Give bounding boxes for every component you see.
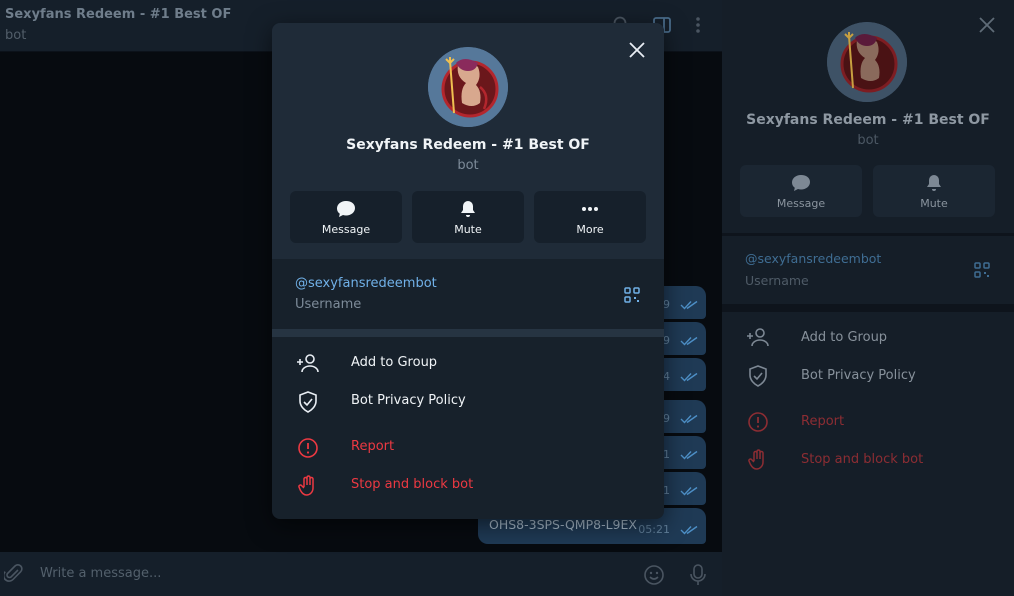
stop-block-item[interactable]: Stop and block bot bbox=[272, 466, 664, 504]
more-button-label: More bbox=[576, 223, 604, 236]
hand-stop-icon bbox=[748, 449, 764, 470]
shield-check-icon bbox=[749, 365, 767, 387]
shield-check-icon bbox=[299, 391, 317, 413]
double-check-icon bbox=[680, 372, 698, 382]
alert-circle-icon bbox=[748, 412, 768, 432]
message-button[interactable]: Message bbox=[290, 191, 402, 243]
message-button[interactable]: Message bbox=[740, 165, 862, 217]
privacy-policy-label: Bot Privacy Policy bbox=[801, 368, 916, 383]
username-section: @sexyfansredeembot Username bbox=[722, 236, 1014, 304]
section-divider bbox=[272, 329, 664, 337]
add-user-icon bbox=[297, 354, 319, 373]
emoji-icon[interactable] bbox=[643, 564, 665, 586]
alert-circle-icon bbox=[298, 438, 318, 458]
profile-subtitle: bot bbox=[857, 133, 879, 148]
chat-title: Sexyfans Redeem - #1 Best OF bbox=[5, 7, 232, 22]
double-check-icon bbox=[680, 336, 698, 346]
stop-block-label: Stop and block bot bbox=[801, 452, 924, 467]
username-label: Username bbox=[295, 297, 362, 312]
add-to-group-item[interactable]: Add to Group bbox=[722, 320, 1014, 356]
profile-name: Sexyfans Redeem - #1 Best OF bbox=[346, 137, 590, 153]
double-check-icon bbox=[680, 525, 698, 535]
modal-header: Sexyfans Redeem - #1 Best OF bot Message… bbox=[272, 23, 664, 259]
username-link[interactable]: @sexyfansredeembot bbox=[745, 251, 881, 266]
chat-subtitle: bot bbox=[5, 28, 27, 43]
composer: Write a message... bbox=[0, 552, 722, 596]
kebab-icon[interactable] bbox=[688, 15, 708, 35]
stop-block-item[interactable]: Stop and block bot bbox=[722, 442, 1014, 478]
actions-list: Add to Group Bot Privacy Policy Report S… bbox=[722, 312, 1014, 596]
privacy-policy-item[interactable]: Bot Privacy Policy bbox=[722, 358, 1014, 394]
hand-stop-icon bbox=[298, 475, 314, 496]
profile-sidebar: Sexyfans Redeem - #1 Best OF bot Message… bbox=[722, 0, 1014, 596]
message-icon bbox=[792, 175, 810, 191]
mute-button-label: Mute bbox=[454, 223, 482, 236]
profile-name: Sexyfans Redeem - #1 Best OF bbox=[746, 112, 990, 128]
add-to-group-label: Add to Group bbox=[351, 355, 438, 370]
add-user-icon bbox=[747, 328, 769, 347]
report-label: Report bbox=[801, 414, 845, 429]
qr-code-icon[interactable] bbox=[624, 287, 640, 303]
message-icon bbox=[337, 201, 355, 217]
add-to-group-item[interactable]: Add to Group bbox=[272, 344, 664, 382]
message-time: 05:21 bbox=[638, 523, 670, 536]
report-item[interactable]: Report bbox=[272, 428, 664, 466]
mute-button[interactable]: Mute bbox=[412, 191, 524, 243]
message-input[interactable]: Write a message... bbox=[40, 566, 161, 581]
report-label: Report bbox=[351, 439, 395, 454]
stop-block-label: Stop and block bot bbox=[351, 477, 474, 492]
message-button-label: Message bbox=[321, 223, 371, 236]
mic-icon[interactable] bbox=[688, 563, 708, 587]
bell-icon bbox=[927, 175, 941, 191]
report-item[interactable]: Report bbox=[722, 404, 1014, 440]
privacy-policy-label: Bot Privacy Policy bbox=[351, 393, 466, 408]
username-section: @sexyfansredeembot Username bbox=[272, 259, 664, 329]
privacy-policy-item[interactable]: Bot Privacy Policy bbox=[272, 382, 664, 420]
add-to-group-label: Add to Group bbox=[801, 330, 888, 345]
mute-button-label: Mute bbox=[920, 197, 948, 210]
close-icon[interactable] bbox=[976, 14, 998, 36]
profile-modal: Sexyfans Redeem - #1 Best OF bot Message… bbox=[272, 23, 664, 519]
avatar-image bbox=[428, 47, 508, 127]
close-icon[interactable] bbox=[626, 39, 648, 61]
avatar bbox=[428, 47, 508, 127]
sidebar-header: Sexyfans Redeem - #1 Best OF bot Message… bbox=[722, 0, 1014, 233]
mute-button[interactable]: Mute bbox=[873, 165, 995, 217]
username-link[interactable]: @sexyfansredeembot bbox=[295, 276, 437, 291]
double-check-icon bbox=[680, 300, 698, 310]
avatar-image bbox=[827, 22, 907, 102]
username-label: Username bbox=[745, 273, 809, 288]
more-icon bbox=[582, 207, 598, 211]
bell-icon bbox=[461, 201, 475, 217]
profile-subtitle: bot bbox=[457, 158, 479, 173]
message-text: OHS8-3SPS-QMP8-L9EX bbox=[489, 517, 637, 532]
double-check-icon bbox=[680, 450, 698, 460]
avatar bbox=[827, 22, 907, 102]
more-button[interactable]: More bbox=[534, 191, 646, 243]
message-button-label: Message bbox=[776, 197, 826, 210]
qr-code-icon[interactable] bbox=[974, 262, 990, 278]
double-check-icon bbox=[680, 486, 698, 496]
double-check-icon bbox=[680, 414, 698, 424]
attach-icon[interactable] bbox=[4, 564, 24, 584]
